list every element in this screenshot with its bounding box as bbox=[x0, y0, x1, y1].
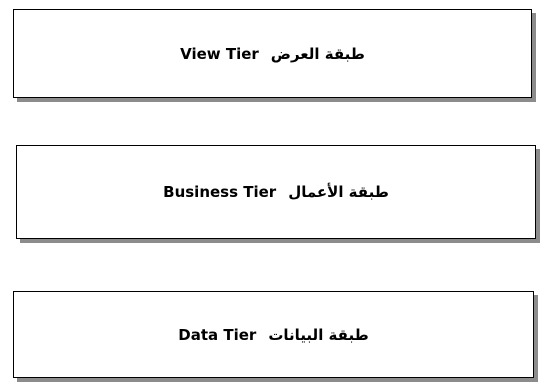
business-tier-box: Business Tier طبقة الأعمال bbox=[16, 145, 536, 239]
data-tier-label: Data Tier طبقة البيانات bbox=[178, 326, 368, 344]
business-tier-label: Business Tier طبقة الأعمال bbox=[163, 183, 389, 201]
view-tier-arabic: طبقة العرض bbox=[270, 44, 365, 63]
view-tier-english: View Tier bbox=[180, 44, 259, 63]
view-tier-label: View Tier طبقة العرض bbox=[180, 45, 365, 63]
data-tier-box: Data Tier طبقة البيانات bbox=[13, 291, 534, 378]
business-tier-arabic: طبقة الأعمال bbox=[288, 183, 389, 201]
view-tier-box: View Tier طبقة العرض bbox=[13, 9, 532, 98]
data-tier-english: Data Tier bbox=[178, 325, 257, 344]
data-tier-arabic: طبقة البيانات bbox=[268, 325, 369, 344]
business-tier-english: Business Tier bbox=[163, 183, 277, 201]
